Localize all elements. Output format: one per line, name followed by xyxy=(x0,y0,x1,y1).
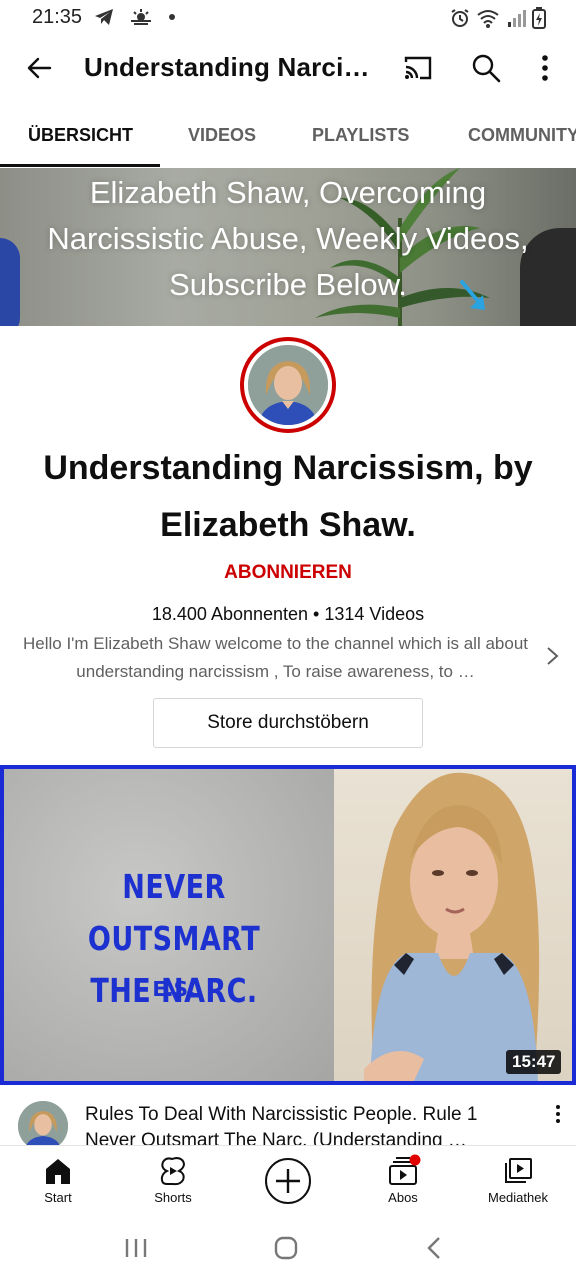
telegram-icon xyxy=(95,9,113,25)
tab-videos[interactable]: VIDEOS xyxy=(188,110,256,168)
dot-icon xyxy=(169,14,175,20)
nav-shorts[interactable]: Shorts xyxy=(123,1146,223,1216)
video-title[interactable]: Rules To Deal With Narcissistic People. … xyxy=(85,1102,525,1148)
bottom-navigation: Start Shorts Abos Mediathek xyxy=(0,1145,576,1215)
nav-label: Mediathek xyxy=(488,1190,548,1205)
channel-avatar[interactable] xyxy=(240,337,336,433)
back-nav-icon[interactable] xyxy=(424,1235,444,1261)
status-time: 21:35 xyxy=(32,6,83,28)
video-duration: 15:47 xyxy=(506,1050,562,1074)
presenter-image xyxy=(364,772,540,1081)
avatar-image xyxy=(18,1101,68,1151)
channel-name: Understanding Narcissism, by Elizabeth S… xyxy=(43,449,533,544)
nav-mediathek[interactable]: Mediathek xyxy=(468,1146,568,1216)
arrow-down-right-icon xyxy=(460,280,485,310)
home-button-icon[interactable] xyxy=(273,1235,299,1261)
signal-icon xyxy=(508,10,526,27)
nav-label: Start xyxy=(44,1190,72,1205)
nav-start[interactable]: Start xyxy=(8,1146,108,1216)
channel-description[interactable]: Hello I'm Elizabeth Shaw welcome to the … xyxy=(18,630,533,686)
search-icon xyxy=(472,54,501,83)
banner-line-2: Narcissistic Abuse, Weekly Videos, xyxy=(47,221,529,256)
arrow-left-icon xyxy=(27,57,52,79)
chevron-right-icon[interactable] xyxy=(540,644,564,668)
subscribe-button[interactable]: ABONNIEREN xyxy=(0,562,576,584)
video-channel-avatar[interactable] xyxy=(18,1101,68,1151)
avatar xyxy=(248,345,328,425)
channel-tabs: ÜBERSICHT VIDEOS PLAYLISTS COMMUNITY xyxy=(0,110,576,168)
thumbnail-initials: E.S. xyxy=(152,977,196,1001)
back-button[interactable] xyxy=(24,52,56,84)
banner-line-1: Elizabeth Shaw, Overcoming xyxy=(89,175,487,210)
avatar-image xyxy=(248,345,328,425)
nav-label: Abos xyxy=(388,1190,418,1205)
notification-badge xyxy=(409,1154,421,1166)
alarm-icon xyxy=(451,9,469,27)
app-bar: Understanding Narcissism, by Elizabeth S… xyxy=(0,36,576,100)
nav-abos[interactable]: Abos xyxy=(353,1146,453,1216)
channel-banner: Elizabeth Shaw, Overcoming Narcissistic … xyxy=(0,168,576,326)
weather-icon xyxy=(131,9,151,25)
cast-icon xyxy=(404,56,432,80)
page-title: Understanding Narcissism, by Elizabeth S… xyxy=(84,52,384,82)
library-icon xyxy=(505,1158,532,1183)
home-icon xyxy=(46,1159,70,1184)
store-button[interactable]: Store durchstöbern xyxy=(153,698,423,748)
wifi-icon xyxy=(477,10,499,28)
create-icon xyxy=(265,1158,311,1204)
tab-playlists[interactable]: PLAYLISTS xyxy=(312,110,409,168)
status-bar: 21:35 xyxy=(0,0,576,36)
cast-button[interactable] xyxy=(402,54,434,82)
status-left-icons xyxy=(94,8,176,26)
thumbnail-headline-line-1: NEVER OUTSMART xyxy=(87,867,261,958)
search-button[interactable] xyxy=(470,52,502,84)
tab-community[interactable]: COMMUNITY xyxy=(468,110,576,168)
video-thumbnail[interactable]: NEVER OUTSMART THE NARC. E.S. 15:47 xyxy=(0,765,576,1085)
tab-overview[interactable]: ÜBERSICHT xyxy=(28,110,133,168)
shorts-icon xyxy=(160,1156,186,1186)
more-vert-icon xyxy=(542,55,548,81)
battery-icon xyxy=(532,7,546,29)
recent-apps-icon[interactable] xyxy=(124,1237,148,1259)
nav-create[interactable] xyxy=(238,1146,338,1216)
more-vert-icon[interactable] xyxy=(548,1104,568,1126)
nav-label: Shorts xyxy=(154,1190,192,1205)
more-options-button[interactable] xyxy=(530,52,560,84)
tab-indicator xyxy=(0,164,160,167)
system-navigation xyxy=(0,1215,576,1280)
channel-stats: 18.400 Abonnenten • 1314 Videos xyxy=(151,604,425,624)
status-right-icons xyxy=(450,7,546,29)
thumbnail-photo-panel xyxy=(334,769,572,1081)
